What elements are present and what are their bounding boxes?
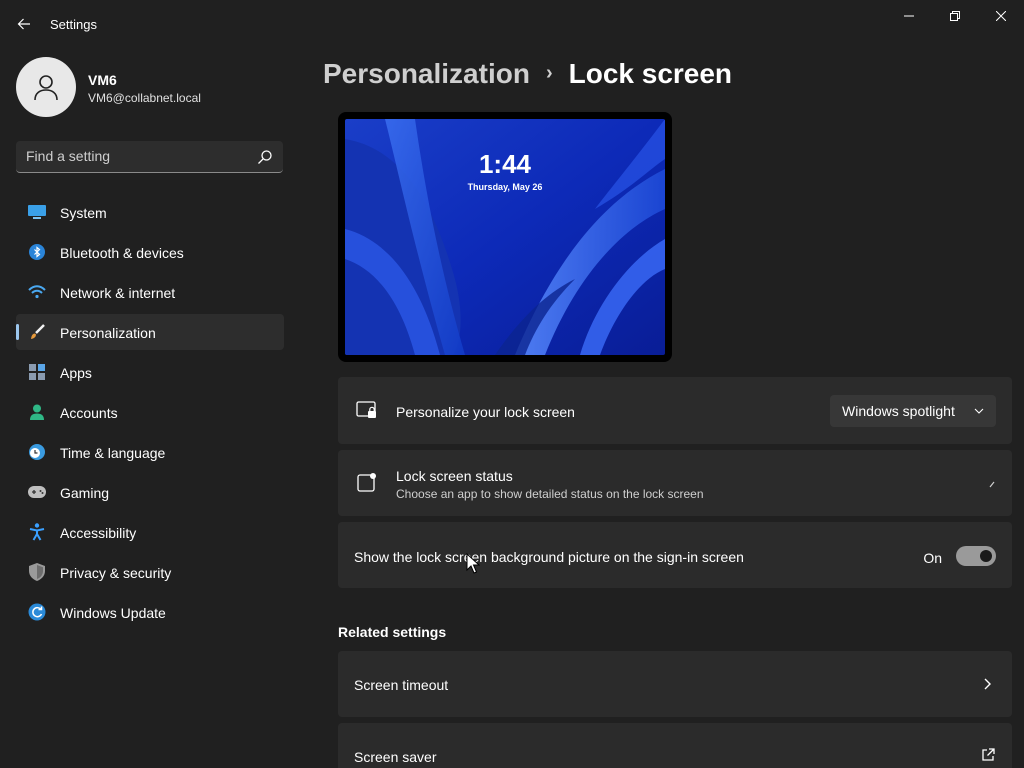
screen-timeout-label: Screen timeout <box>354 677 449 693</box>
lock-screen-status-subtitle: Choose an app to show detailed status on… <box>396 487 704 501</box>
person-icon <box>28 403 46 421</box>
sidebar-item-personalization[interactable]: Personalization <box>16 314 284 350</box>
preview-date: Thursday, May 26 <box>467 182 543 192</box>
sidebar-item-network[interactable]: Network & internet <box>16 274 284 310</box>
minimize-button[interactable] <box>886 0 932 32</box>
breadcrumb-separator: › <box>545 62 553 84</box>
sidebar-item-accessibility[interactable]: Accessibility <box>16 514 284 550</box>
restore-button[interactable] <box>932 0 978 32</box>
page-title: Lock screen <box>568 58 733 89</box>
clock-globe-icon <box>28 443 46 461</box>
screen-timeout-row[interactable]: Screen timeout <box>338 651 1012 717</box>
screen-saver-label: Screen saver <box>354 749 437 765</box>
lock-screen-status-card[interactable]: Lock screen status Choose an app to show… <box>338 450 1012 516</box>
personalize-lock-screen-title: Personalize your lock screen <box>396 404 575 420</box>
back-button[interactable] <box>10 10 38 38</box>
sidebar-item-time-language[interactable]: Time & language <box>16 434 284 470</box>
sidebar-item-apps[interactable]: Apps <box>16 354 284 390</box>
toggle-knob <box>980 550 992 562</box>
sidebar-item-label: System <box>60 205 107 221</box>
sidebar-item-bluetooth[interactable]: Bluetooth & devices <box>16 234 284 270</box>
app-title: Settings <box>50 17 97 32</box>
avatar[interactable] <box>16 57 76 117</box>
sidebar-item-label: Gaming <box>60 485 110 501</box>
chevron-down-icon <box>974 408 984 414</box>
toggle-state-label: On <box>923 550 942 566</box>
user-icon <box>34 75 58 101</box>
signin-background-title: Show the lock screen background picture … <box>354 549 744 565</box>
lock-screen-status-title: Lock screen status <box>396 468 513 484</box>
sidebar-item-label: Time & language <box>60 445 166 461</box>
search-box[interactable] <box>16 141 283 173</box>
related-settings-heading: Related settings <box>338 624 447 640</box>
sidebar-item-label: Accessibility <box>60 525 137 541</box>
external-link-icon <box>982 748 995 761</box>
apps-icon <box>28 363 46 381</box>
sidebar-item-windows-update[interactable]: Windows Update <box>16 594 284 630</box>
sidebar-item-system[interactable]: System <box>16 194 284 230</box>
brush-icon <box>28 323 46 341</box>
title-bar: Settings <box>0 0 1024 48</box>
sidebar-item-label: Privacy & security <box>60 565 172 581</box>
restore-icon <box>950 11 960 21</box>
dropdown-selected-value: Windows spotlight <box>842 403 955 419</box>
lock-screen-background-dropdown[interactable]: Windows spotlight <box>830 395 996 427</box>
preview-wallpaper: 1:44 Thursday, May 26 <box>345 119 665 355</box>
close-icon <box>996 11 1006 21</box>
signin-background-card: Show the lock screen background picture … <box>338 522 1012 588</box>
personalize-lock-screen-card: Personalize your lock screen Windows spo… <box>338 377 1012 444</box>
sidebar-nav: System Bluetooth & devices Network & int… <box>16 194 284 634</box>
sidebar-item-accounts[interactable]: Accounts <box>16 394 284 430</box>
minimize-icon <box>904 15 914 17</box>
sidebar-item-label: Accounts <box>60 405 118 421</box>
sidebar-item-label: Apps <box>60 365 92 381</box>
monitor-icon <box>28 203 46 221</box>
bluetooth-icon <box>28 243 46 261</box>
profile-name: VM6 <box>88 72 117 88</box>
sidebar-item-label: Personalization <box>60 325 156 341</box>
search-icon[interactable] <box>257 149 273 165</box>
preview-clock: 1:44 <box>478 149 532 179</box>
sidebar-item-label: Windows Update <box>60 605 166 621</box>
accessibility-icon <box>28 523 46 541</box>
sidebar-item-label: Network & internet <box>60 285 176 301</box>
sidebar-item-privacy-security[interactable]: Privacy & security <box>16 554 284 590</box>
close-button[interactable] <box>978 0 1024 32</box>
expand-chevron-icon <box>989 481 995 488</box>
status-app-icon <box>357 473 376 492</box>
update-icon <box>28 603 46 621</box>
lock-screen-picture-icon <box>356 401 376 418</box>
shield-icon <box>28 563 46 581</box>
back-arrow-icon <box>17 18 30 30</box>
mouse-cursor-icon <box>466 553 480 574</box>
lock-screen-preview: 1:44 Thursday, May 26 <box>338 112 672 362</box>
breadcrumb: Personalization › Lock screen <box>323 58 732 90</box>
gamepad-icon <box>28 483 46 501</box>
breadcrumb-parent[interactable]: Personalization <box>323 58 530 89</box>
sidebar-item-gaming[interactable]: Gaming <box>16 474 284 510</box>
wifi-icon <box>28 283 46 301</box>
chevron-right-icon <box>984 678 991 690</box>
signin-background-toggle[interactable] <box>956 546 996 566</box>
profile-email: VM6@collabnet.local <box>88 91 201 105</box>
search-input[interactable] <box>26 141 246 171</box>
screen-saver-row[interactable]: Screen saver <box>338 723 1012 768</box>
sidebar-item-label: Bluetooth & devices <box>60 245 184 261</box>
